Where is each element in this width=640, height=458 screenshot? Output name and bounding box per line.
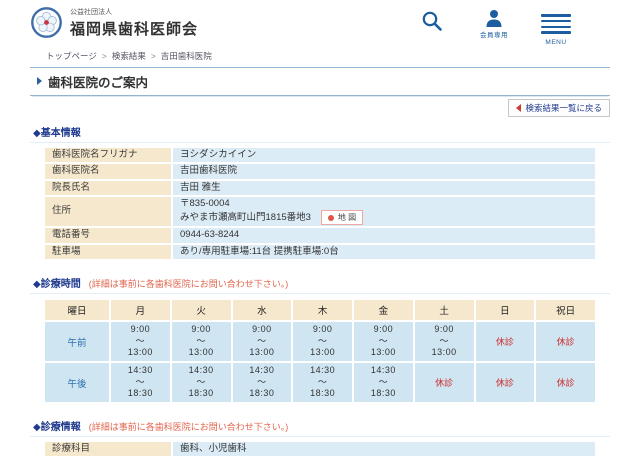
info-row: 歯科医院名吉田歯科医院 [45, 164, 595, 178]
info-row: 駐車場あり/専用駐車場:11台 提携駐車場:0台 [45, 245, 595, 259]
info-value: ヨシダシカイイン [173, 148, 595, 162]
org-type: 公益社団法人 [70, 7, 198, 17]
info-label: 歯科医院名 [45, 164, 171, 178]
info-label: 院長氏名 [45, 181, 171, 195]
brand-text: 公益社団法人 福岡県歯科医師会 [70, 7, 198, 39]
info-value: 吉田歯科医院 [173, 164, 595, 178]
info-label: 住所 [45, 197, 171, 226]
hours-col: 火 [172, 300, 231, 320]
breadcrumb-separator: > [151, 51, 156, 61]
hours-header-row: 曜日月火水木金土日祝日 [45, 300, 595, 320]
time-cell: 14:30〜18:30 [233, 363, 292, 402]
brand[interactable]: 公益社団法人 福岡県歯科医師会 [30, 6, 198, 39]
info-row: 診療科目歯科、小児歯科 [45, 442, 595, 456]
info-value: 吉田 雅生 [173, 181, 595, 195]
treatment-heading-text: ◆診療情報 [33, 422, 81, 433]
basic-info-table: 歯科医院名フリガナヨシダシカイイン歯科医院名吉田歯科医院院長氏名吉田 雅生住所〒… [43, 146, 597, 261]
section-treatment-heading: ◆診療情報 (詳細は事前に各歯科医院にお問い合わせ下さい。) [30, 404, 610, 437]
info-label: 電話番号 [45, 228, 171, 242]
member-button[interactable]: 会員専用 [472, 9, 516, 46]
section-basic-info-heading: ◆基本情報 [30, 117, 610, 143]
hours-col: 金 [354, 300, 413, 320]
menu-label: MENU [545, 39, 566, 46]
info-row: 院長氏名吉田 雅生 [45, 181, 595, 195]
info-value: 歯科、小児歯科 [173, 442, 595, 456]
hours-row: 午前9:00〜13:009:00〜13:009:00〜13:009:00〜13:… [45, 322, 595, 361]
time-cell: 9:00〜13:00 [233, 322, 292, 361]
hours-col: 祝日 [536, 300, 595, 320]
hours-col: 日 [476, 300, 535, 320]
info-row: 電話番号0944-63-8244 [45, 228, 595, 242]
back-to-results-link[interactable]: 検索結果一覧に戻る [508, 99, 610, 117]
time-cell: 9:00〜13:00 [415, 322, 474, 361]
time-cell: 9:00〜13:00 [293, 322, 352, 361]
info-value: 〒835-0004 みやま市瀬高町山門1815番地3 地 図 [173, 197, 595, 226]
back-row: 検索結果一覧に戻る [30, 99, 610, 117]
time-cell: 14:30〜18:30 [172, 363, 231, 402]
search-icon [420, 9, 444, 33]
info-value: あり/専用駐車場:11台 提携駐車場:0台 [173, 245, 595, 259]
info-row: 住所〒835-0004 みやま市瀬高町山門1815番地3 地 図 [45, 197, 595, 226]
hours-col: 土 [415, 300, 474, 320]
basic-info-body: 歯科医院名フリガナヨシダシカイイン歯科医院名吉田歯科医院院長氏名吉田 雅生住所〒… [45, 148, 595, 259]
daypart-label: 午後 [45, 363, 109, 402]
hours-note: (詳細は事前に各歯科医院にお問い合わせ下さい。) [89, 279, 289, 289]
breadcrumb-current: 吉田歯科医院 [161, 51, 212, 61]
info-row: 歯科医院名フリガナヨシダシカイイン [45, 148, 595, 162]
treatment-note: (詳細は事前に各歯科医院にお問い合わせ下さい。) [89, 422, 289, 432]
closed-cell: 休診 [536, 322, 595, 361]
time-cell: 14:30〜18:30 [111, 363, 170, 402]
member-label: 会員専用 [480, 29, 508, 39]
search-button[interactable] [410, 9, 454, 46]
closed-cell: 休診 [536, 363, 595, 402]
site-header: 公益社団法人 福岡県歯科医師会 会員専用 MENU [0, 0, 640, 46]
triangle-left-icon [516, 104, 521, 112]
hours-col: 木 [293, 300, 352, 320]
breadcrumb-link[interactable]: 検索結果 [112, 51, 146, 61]
member-icon [484, 9, 504, 27]
breadcrumb: トップページ > 検索結果 > 吉田歯科医院 [0, 46, 640, 62]
hours-col: 月 [111, 300, 170, 320]
triangle-right-icon [37, 77, 42, 85]
association-logo-icon [30, 6, 63, 39]
map-marker-icon [328, 215, 334, 221]
info-label: 歯科医院名フリガナ [45, 148, 171, 162]
daypart-label: 午前 [45, 322, 109, 361]
info-label: 駐車場 [45, 245, 171, 259]
hours-table: 曜日月火水木金土日祝日 午前9:00〜13:009:00〜13:009:00〜1… [43, 298, 597, 404]
time-cell: 9:00〜13:00 [111, 322, 170, 361]
basic-info-heading-text: ◆基本情報 [33, 128, 81, 139]
section-hours-heading: ◆診療時間 (詳細は事前に各歯科医院にお問い合わせ下さい。) [30, 261, 610, 294]
breadcrumb-separator: > [102, 51, 107, 61]
page-title: 歯科医院のご案内 [48, 72, 148, 91]
address-text: みやま市瀬高町山門1815番地3 [180, 212, 311, 224]
hours-col: 水 [233, 300, 292, 320]
map-button-label: 地 図 [338, 213, 356, 223]
hours-body: 午前9:00〜13:009:00〜13:009:00〜13:009:00〜13:… [45, 322, 595, 402]
back-label: 検索結果一覧に戻る [525, 102, 602, 114]
header-icons: 会員専用 MENU [410, 6, 578, 46]
postal-code: 〒835-0004 [180, 198, 588, 210]
hours-row: 午後14:30〜18:3014:30〜18:3014:30〜18:3014:30… [45, 363, 595, 402]
hamburger-icon [541, 9, 571, 37]
page: { "header": { "org_type": "公益社団法人", "org… [0, 0, 640, 400]
closed-cell: 休診 [415, 363, 474, 402]
closed-cell: 休診 [476, 322, 535, 361]
closed-cell: 休診 [476, 363, 535, 402]
info-value: 0944-63-8244 [173, 228, 595, 242]
time-cell: 14:30〜18:30 [354, 363, 413, 402]
info-label: 診療科目 [45, 442, 171, 456]
time-cell: 9:00〜13:00 [354, 322, 413, 361]
treatment-body: 診療科目歯科、小児歯科 [45, 442, 595, 456]
menu-button[interactable]: MENU [534, 9, 578, 46]
org-name: 福岡県歯科医師会 [70, 18, 198, 39]
page-title-bar: 歯科医院のご案内 [30, 67, 610, 96]
hours-col-day: 曜日 [45, 300, 109, 320]
map-button[interactable]: 地 図 [321, 210, 363, 225]
breadcrumb-link[interactable]: トップページ [46, 51, 97, 61]
hours-heading-text: ◆診療時間 [33, 279, 81, 290]
time-cell: 14:30〜18:30 [293, 363, 352, 402]
treatment-table: 診療科目歯科、小児歯科 [43, 440, 597, 458]
time-cell: 9:00〜13:00 [172, 322, 231, 361]
